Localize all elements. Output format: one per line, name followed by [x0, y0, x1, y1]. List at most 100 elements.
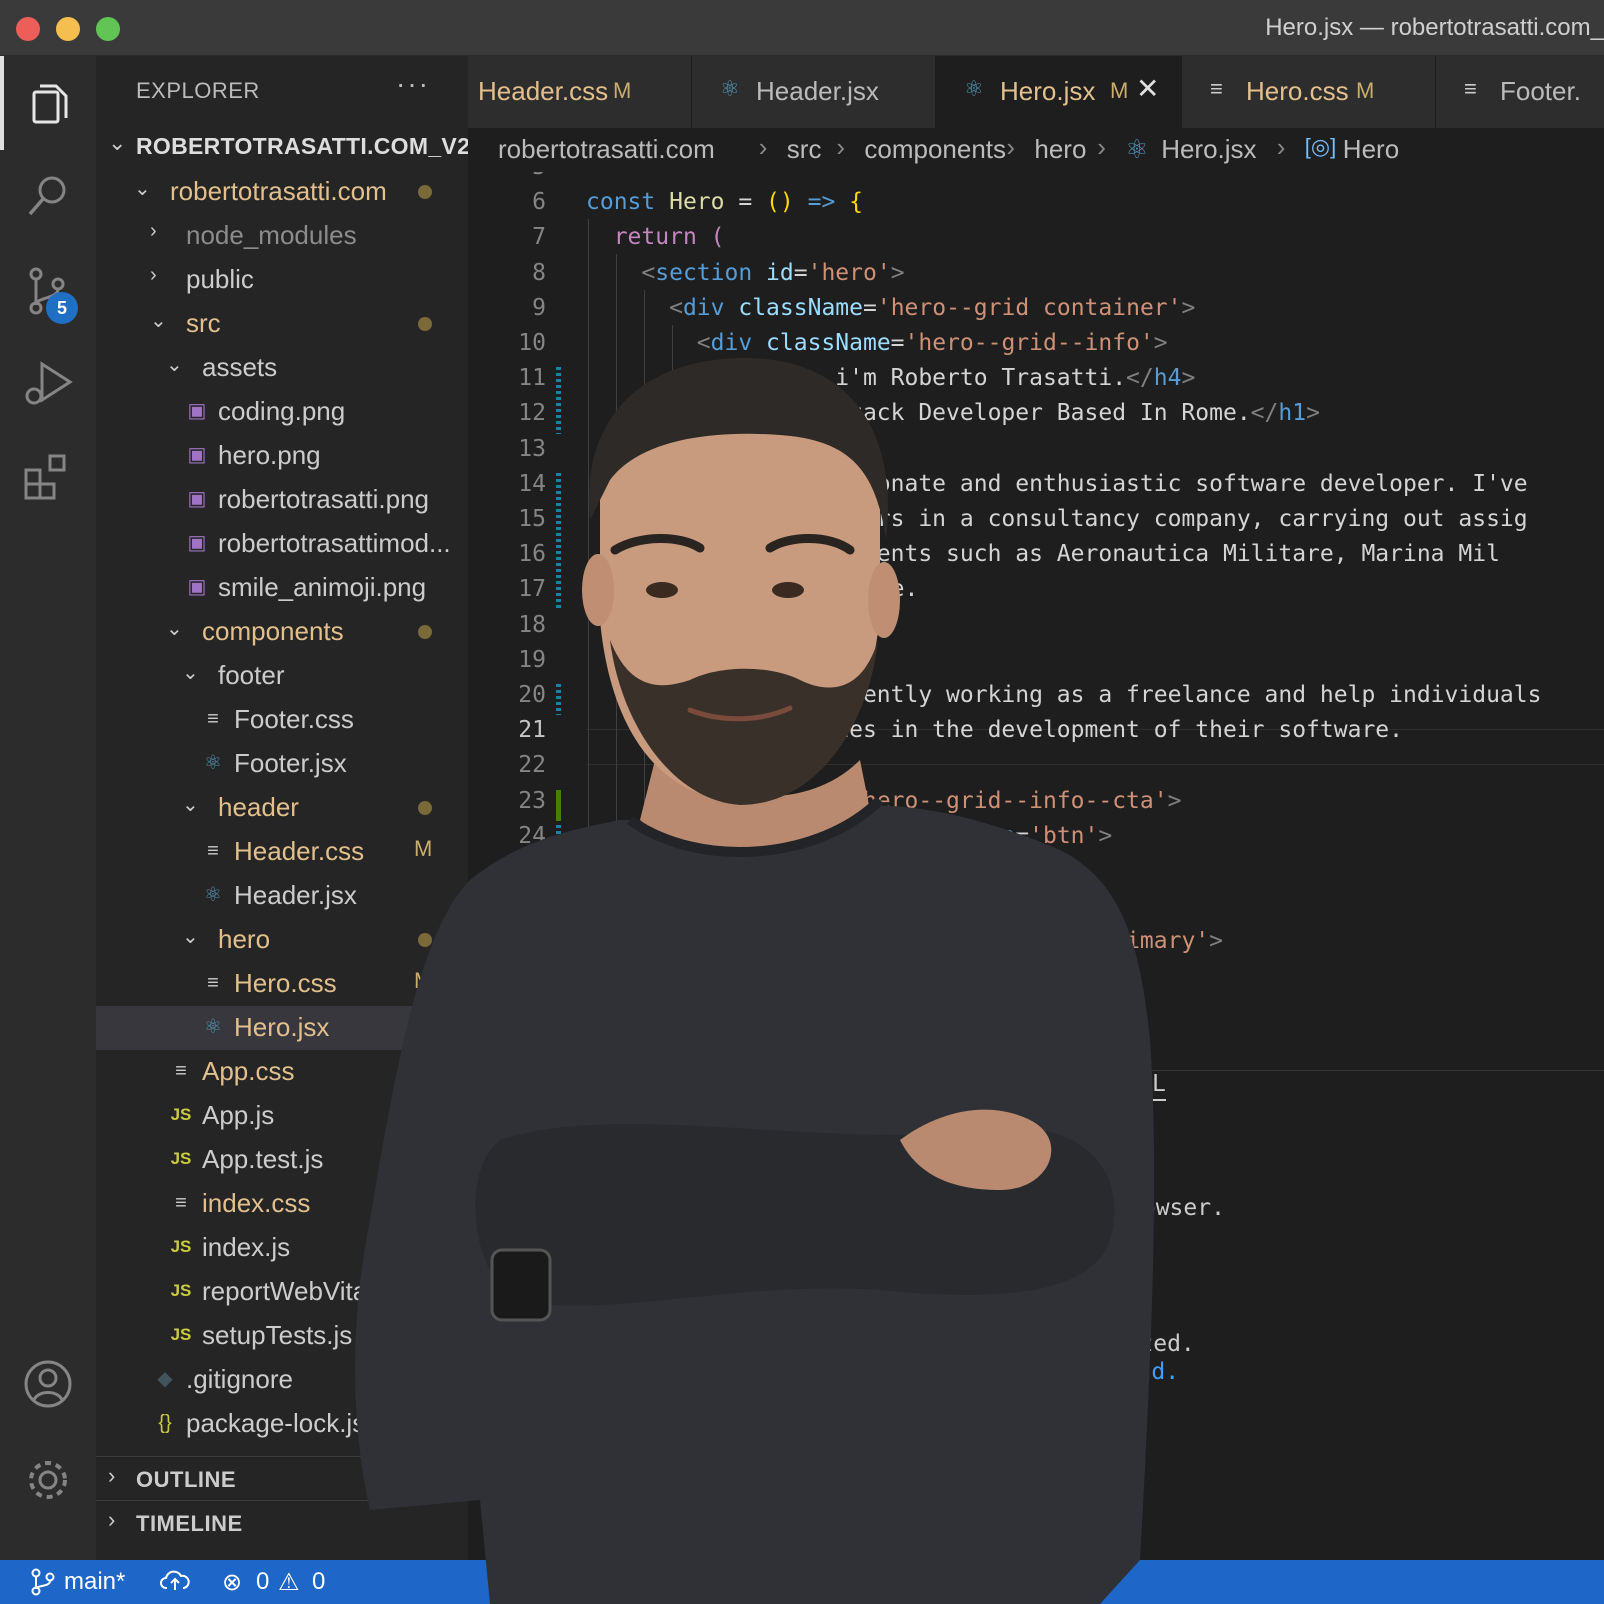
- breadcrumb-item[interactable]: Hero: [1343, 134, 1399, 165]
- file-row[interactable]: ≡ Header.css M: [96, 830, 468, 874]
- maximize-window-button[interactable]: [96, 17, 120, 41]
- error-icon[interactable]: ⊗: [222, 1568, 242, 1597]
- file-row[interactable]: ≡ Footer.css: [96, 698, 468, 742]
- react-icon: ⚛: [204, 884, 222, 906]
- folder-row[interactable]: ⌄ hero: [96, 918, 468, 962]
- breadcrumb-item[interactable]: Hero.jsx: [1161, 134, 1256, 165]
- file-row[interactable]: ≡ App.css: [96, 1050, 468, 1094]
- modified-dot: [418, 933, 432, 947]
- code-line[interactable]: <div className='hero--grid container'>: [586, 295, 1195, 321]
- code-line[interactable]: ssionate and enthusiastic software devel…: [586, 471, 1527, 497]
- code-line[interactable]: <section id='hero'>: [586, 260, 904, 286]
- settings-gear-icon[interactable]: [20, 1452, 76, 1508]
- file-row[interactable]: JS index.js: [96, 1226, 468, 1270]
- code-line[interactable]: i'm Roberto Trasatti.</h4>: [586, 365, 1195, 391]
- editor-tab[interactable]: ≡ Footer.: [1436, 56, 1604, 128]
- folder-row[interactable]: › public: [96, 258, 468, 302]
- code-line[interactable]: e='btn btn-primary'>: [586, 928, 1223, 954]
- folder-row[interactable]: ⌄ assets: [96, 346, 468, 390]
- code-line[interactable]: <div className='hero--grid--info'>: [586, 330, 1168, 356]
- file-row[interactable]: ▣ smile_animoji.png: [96, 566, 468, 610]
- timeline-panel-header[interactable]: › TIMELINE: [96, 1500, 468, 1544]
- window-title: Hero.jsx — robertotrasatti.com_: [1265, 14, 1604, 41]
- file-row[interactable]: ≡ Hero.css M: [96, 962, 468, 1006]
- workspace-root[interactable]: ⌄ ROBERTOTRASATTI.COM_V2: [96, 126, 468, 166]
- code-line[interactable]: liane.: [586, 576, 918, 602]
- react-icon: ⚛: [964, 76, 984, 101]
- folder-row[interactable]: ⌄ components: [96, 610, 468, 654]
- code-line[interactable]: const Hero = () => {: [586, 189, 863, 215]
- code-editor[interactable]: 5 6 const Hero = () => {7 return (8 <secti…: [468, 172, 1604, 1070]
- breadcrumb-item[interactable]: hero: [1034, 134, 1086, 165]
- editor-tab[interactable]: ≡ Hero.css M: [1182, 56, 1436, 128]
- git-branch-name[interactable]: main*: [64, 1568, 125, 1596]
- folder-row[interactable]: ⌄ footer: [96, 654, 468, 698]
- file-row[interactable]: ▣ coding.png: [96, 390, 468, 434]
- js-icon: JS: [170, 1237, 192, 1256]
- code-line[interactable]: return (: [586, 224, 725, 250]
- file-row[interactable]: JS App.js: [96, 1094, 468, 1138]
- file-row[interactable]: {} package-lock.json: [96, 1402, 468, 1446]
- file-row[interactable]: ◆ .gitignore: [96, 1358, 468, 1402]
- error-count[interactable]: 0: [256, 1568, 269, 1596]
- folder-row[interactable]: › node_modules: [96, 214, 468, 258]
- panel-tab-fragment[interactable]: L: [1152, 1071, 1166, 1101]
- tree-item-label: public: [186, 264, 254, 294]
- code-line[interactable]: sName='btn'>: [586, 823, 1112, 849]
- code-line[interactable]: stack Developer Based In Rome.</h1>: [586, 400, 1320, 426]
- folder-row[interactable]: ⌄ header: [96, 786, 468, 830]
- more-actions-icon[interactable]: ···: [396, 68, 430, 100]
- file-row[interactable]: ▣ hero.png: [96, 434, 468, 478]
- code-line[interactable]: 'hero--grid--info--cta'>: [586, 788, 1181, 814]
- file-row[interactable]: ≡ index.css: [96, 1182, 468, 1226]
- json-icon: {}: [158, 1412, 172, 1434]
- file-row[interactable]: JS App.test.js: [96, 1138, 468, 1182]
- folder-row[interactable]: ⌄ robertotrasatti.com: [96, 170, 468, 214]
- run-debug-icon[interactable]: [20, 356, 76, 412]
- breadcrumb-item[interactable]: robertotrasatti.com: [498, 134, 715, 165]
- editor-tab[interactable]: ⚛ Hero.jsx M ✕: [936, 56, 1182, 128]
- code-line[interactable]: years in a consultancy company, carrying…: [586, 506, 1527, 532]
- tree-item-label: hero: [218, 924, 271, 954]
- code-line[interactable]: rrently working as a freelance and help …: [586, 682, 1541, 708]
- file-row[interactable]: ⚛ Footer.jsx: [96, 742, 468, 786]
- tree-item-label: header: [218, 792, 299, 822]
- file-row[interactable]: ▣ robertotrasatti.png: [96, 478, 468, 522]
- css-lines-icon: ≡: [207, 972, 219, 994]
- file-row[interactable]: ⚛ Header.jsx: [96, 874, 468, 918]
- css-lines-icon: ≡: [1464, 76, 1477, 101]
- outline-panel-header[interactable]: › OUTLINE: [96, 1456, 468, 1500]
- folder-row[interactable]: ⌄ src: [96, 302, 468, 346]
- explorer-icon[interactable]: [20, 76, 76, 132]
- editor-tab[interactable]: Header.css M: [468, 56, 692, 128]
- breadcrumb-item[interactable]: src: [787, 134, 822, 165]
- terminal-panel[interactable]: L rowser. 000 timized. build.: [468, 1070, 1604, 1560]
- js-icon: JS: [170, 1149, 192, 1168]
- react-icon: ⚛: [204, 1016, 222, 1038]
- file-row[interactable]: ⚛ Hero.jsx: [96, 1006, 468, 1050]
- js-icon: JS: [170, 1105, 192, 1124]
- warning-count[interactable]: 0: [312, 1568, 325, 1596]
- search-icon[interactable]: [20, 168, 76, 224]
- code-line[interactable]: clients such as Aeronautica Militare, Ma…: [586, 541, 1500, 567]
- close-window-button[interactable]: [16, 17, 40, 41]
- editor-tab[interactable]: ⚛ Header.jsx: [692, 56, 936, 128]
- file-row[interactable]: JS setupTests.js: [96, 1314, 468, 1358]
- code-line[interactable]: ies in the development of their software…: [586, 717, 1403, 743]
- line-number: 22: [518, 752, 546, 779]
- git-branch-icon[interactable]: [30, 1568, 56, 1603]
- line-number: 21: [518, 717, 546, 744]
- sync-cloud-icon[interactable]: [160, 1568, 190, 1601]
- warning-icon[interactable]: ⚠: [278, 1568, 300, 1597]
- tree-item-label: Footer.jsx: [234, 748, 347, 778]
- close-tab-icon[interactable]: ✕: [1136, 72, 1159, 105]
- extensions-icon[interactable]: [20, 448, 76, 504]
- git-icon: ◆: [157, 1368, 173, 1390]
- tree-item-label: App.js: [202, 1100, 275, 1130]
- file-row[interactable]: ▣ robertotrasattimod...: [96, 522, 468, 566]
- file-row[interactable]: JS reportWebVitals.js: [96, 1270, 468, 1314]
- account-icon[interactable]: [20, 1356, 76, 1412]
- breadcrumb-item[interactable]: components: [864, 134, 1006, 165]
- minimize-window-button[interactable]: [56, 17, 80, 41]
- react-icon: ⚛: [1125, 134, 1149, 164]
